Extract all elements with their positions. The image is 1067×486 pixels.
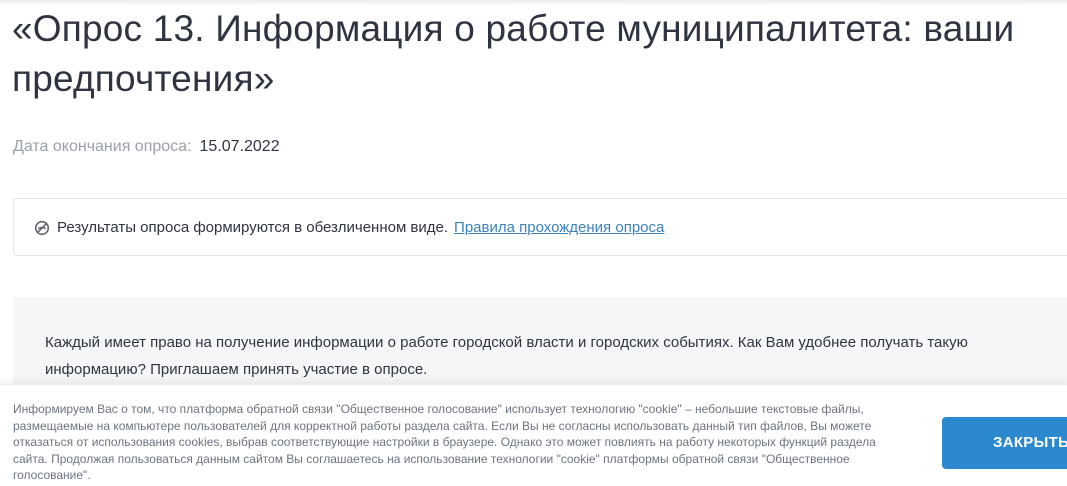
- survey-rules-link[interactable]: Правила прохождения опроса: [454, 219, 664, 236]
- cookie-close-button[interactable]: ЗАКРЫТЬ: [942, 417, 1067, 469]
- cookie-banner-text: Информируем Вас о том, что платформа обр…: [13, 402, 876, 483]
- deadline-value: 15.07.2022: [199, 138, 280, 155]
- anonymity-notice: Результаты опроса формируются в обезличе…: [13, 198, 1067, 256]
- description-text: Каждый имеет право на получение информац…: [45, 334, 968, 378]
- deadline-label: Дата окончания опроса:: [13, 138, 192, 155]
- notice-text: Результаты опроса формируются в обезличе…: [57, 219, 449, 236]
- page-title: «Опрос 13. Информация о работе муниципал…: [12, 8, 1015, 99]
- anonymous-icon: [34, 220, 50, 236]
- survey-page: «Опрос 13. Информация о работе муниципал…: [0, 0, 1067, 486]
- cookie-banner: Информируем Вас о том, что платформа обр…: [0, 384, 1067, 486]
- notice-text-line: Результаты опроса формируются в обезличе…: [57, 218, 664, 238]
- survey-deadline: Дата окончания опроса: 15.07.2022: [13, 137, 280, 157]
